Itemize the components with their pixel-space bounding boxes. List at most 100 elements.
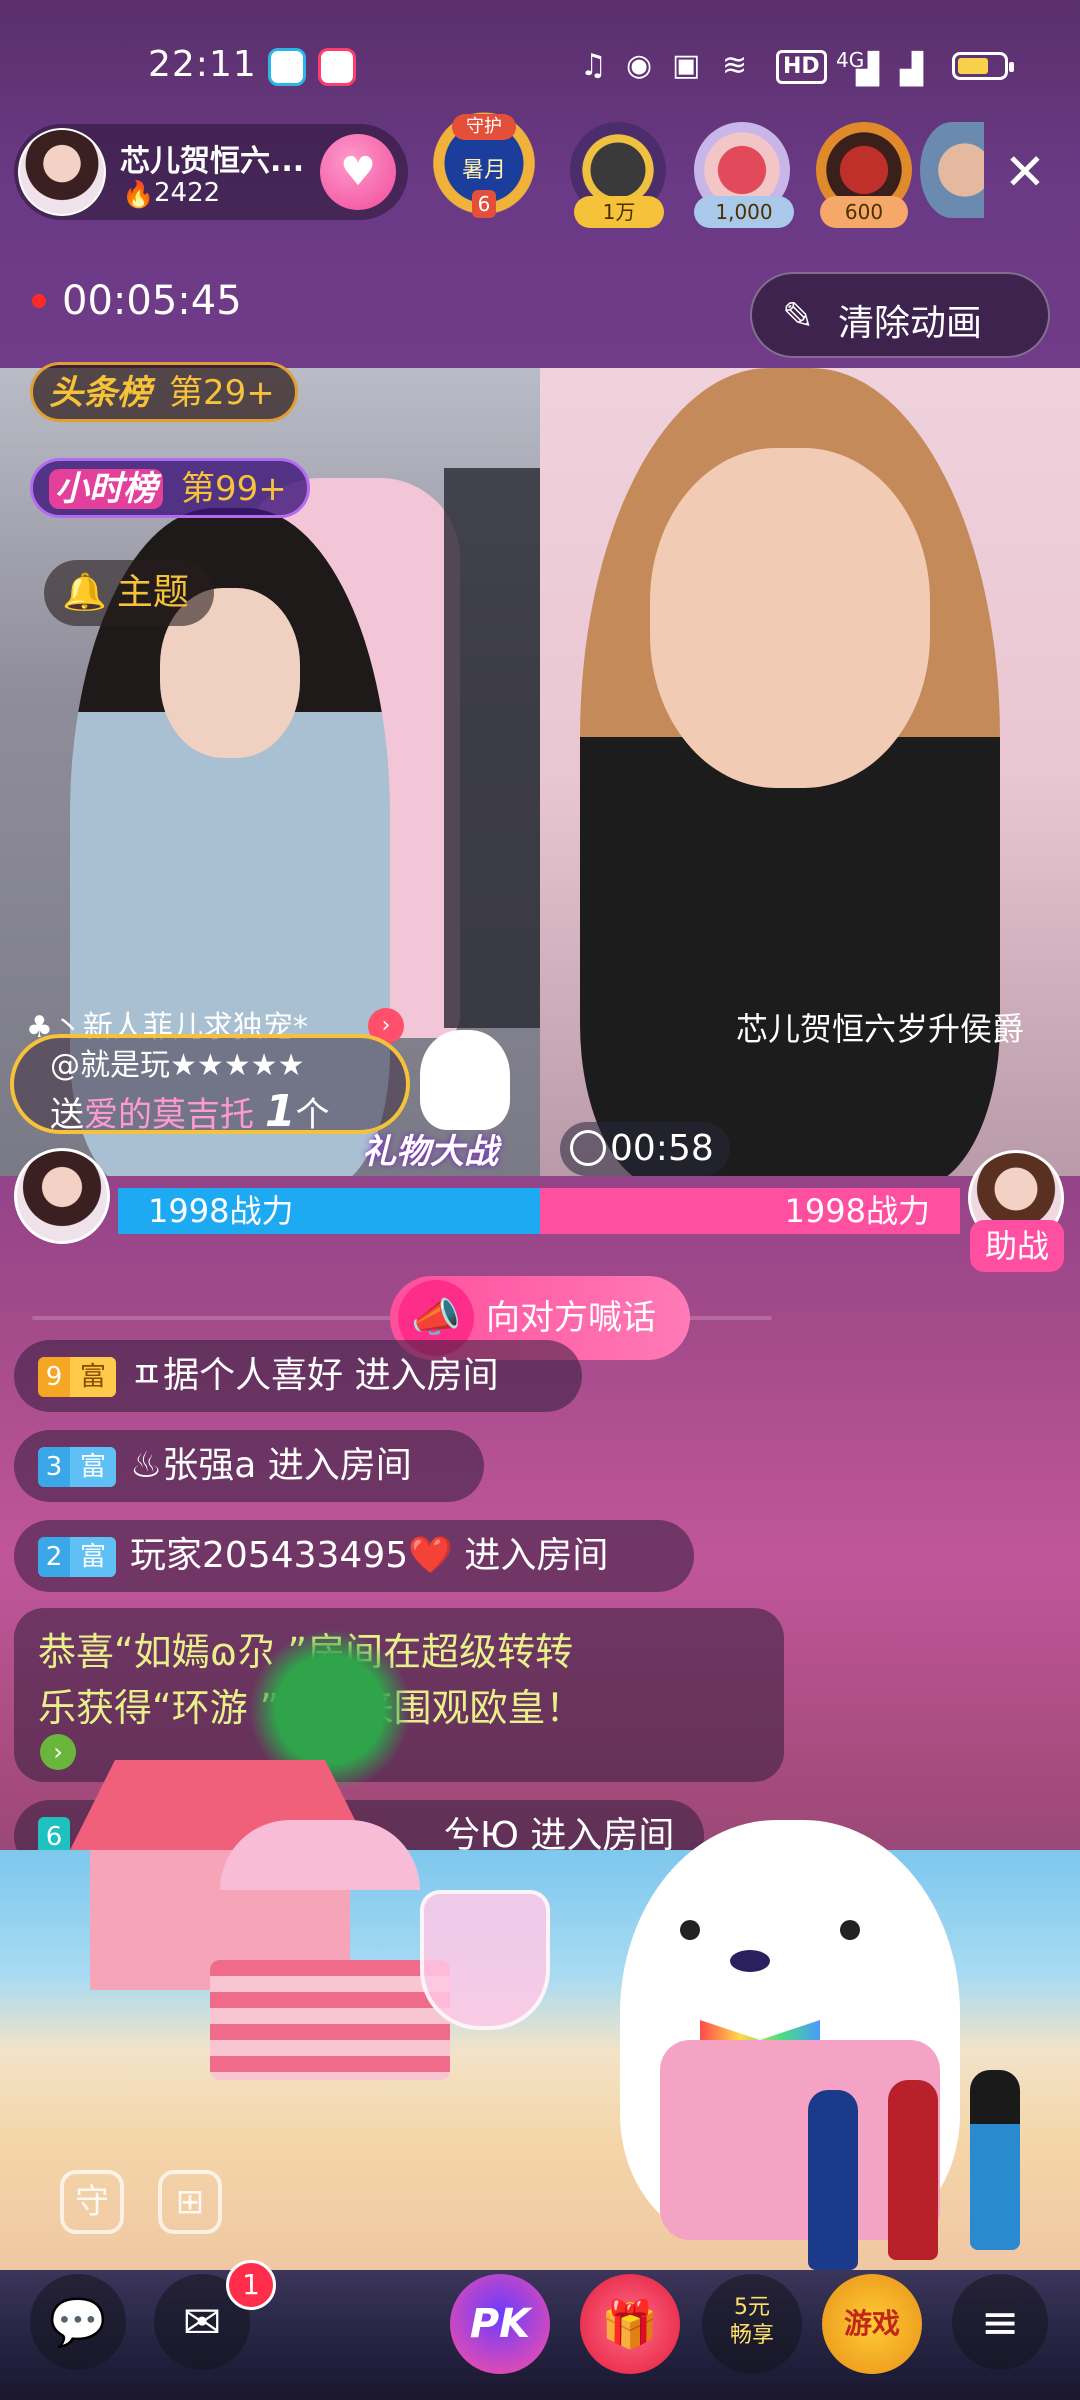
help-battle-button[interactable]: 助战 [970,1220,1064,1272]
status-bar: 22:11 ♫ ◉ ▣ ≋ HD 4G ▟ ▟ [0,0,1080,110]
chat-message[interactable]: 9 富ㅍ据个人喜好 进入房间 [14,1340,582,1412]
gift-count: 1 [264,1086,296,1137]
level-number: 3 [45,1452,63,1482]
host-name: 芯儿贺恒六... [120,144,305,179]
follow-button[interactable]: ♥ [320,134,396,210]
hourly-rank-value: 第99+ [181,469,287,509]
beach-chairs [210,1960,450,2080]
live-duration: 00:05:45 [62,278,242,324]
pk-title: 礼物大战 [362,1132,498,1172]
bell-icon: 🔔 [62,572,107,613]
clear-animation-label: 清除动画 [838,303,983,344]
bear-eye-right [840,1920,860,1940]
heart-icon: ♥ [340,149,376,195]
gift-button[interactable]: 🎁 [580,2274,680,2374]
chat-user: ㅍ据个人喜好 [130,1355,344,1396]
streamer-right-face [650,448,930,788]
top-viewer-avatar-4[interactable] [920,122,984,218]
message-badge: 1 [226,2260,276,2310]
level-tag: 富 [70,1537,116,1577]
level-badge: 2富 [38,1537,116,1577]
chat-message[interactable]: 2 富玩家205433495❤️ 进入房间 [14,1520,694,1592]
close-icon[interactable]: ✕ [1004,142,1046,202]
hourly-rank-label: 小时榜 [49,469,163,509]
bottle-blue [808,2090,858,2270]
clock: 22:11 [148,44,257,85]
gift-icon: 🎁 [601,2297,659,2351]
hd-icon: HD [776,50,827,84]
chat-action: 进入房间 [267,1445,412,1486]
signal-icon-2: ▟ [900,52,924,87]
bottle-red [888,2080,938,2260]
wifi-icon: ≋ [722,48,748,83]
signal-icon: ▟ [856,52,880,87]
host-info[interactable]: 芯儿贺恒六... 🔥 2422 ♥ [14,124,408,220]
mail-icon: ✉ [182,2295,222,2349]
guard-level: 6 [472,190,496,218]
recording-dot [32,294,46,308]
headline-rank-label: 头条榜 [49,373,151,413]
gift-unit: 个 [295,1095,330,1135]
chat-user: ♨张强a [130,1445,257,1486]
level-tag: 富 [70,1447,116,1487]
bear-eye-left [680,1920,700,1940]
headline-rank-tag[interactable]: 头条榜 第29+ [30,362,298,422]
top-viewer-count-2: 1,000 [694,196,794,228]
gift-name: 爱的莫吉托 [84,1095,254,1135]
hourly-rank-tag[interactable]: 小时榜 第99+ [30,458,310,518]
clear-animation-button[interactable]: ✎ 清除动画 [750,272,1050,358]
battery-icon [952,52,1014,80]
pk-countdown-value: 00:58 [610,1128,714,1169]
chat-action: 进入房间 [464,1535,609,1576]
level-badge: 9富 [38,1357,116,1397]
topic-button[interactable]: 🔔 主题 [44,560,214,626]
clock-icon [570,1130,606,1166]
host-avatar[interactable] [18,128,106,216]
youku-notification-icon [318,48,356,86]
keyboard-panel [444,468,540,1028]
left-pk-avatar[interactable] [14,1148,110,1244]
video-right[interactable] [540,368,1080,1176]
top-viewer-count-3: 600 [820,196,908,228]
chat-action: 进入房间 [354,1355,499,1396]
opponent-name[interactable]: 芯儿贺恒六岁升侯爵 [736,1004,1024,1050]
chat-button[interactable]: 💬 [30,2274,126,2370]
guard-badge[interactable]: 守护 暑月 6 [424,112,544,226]
menu-button[interactable]: ≡ [952,2274,1048,2370]
promo-line-1: 5元 [734,2295,770,2320]
app-notification-icon [268,48,306,86]
bear-nose [730,1950,770,1972]
camera-icon: ▣ [672,48,701,83]
hamburger-icon: ≡ [980,2295,1020,2349]
pk-countdown: 00:58 [560,1122,730,1176]
gift-prefix: 送 [50,1095,84,1135]
broom-icon: ✎ [782,294,814,338]
promo-line-2: 畅享 [729,2323,774,2348]
level-badge: 3富 [38,1447,116,1487]
gift-message: 送爱的莫吉托 1个 [50,1086,329,1137]
chat-user: 玩家205433495❤️ [130,1535,453,1576]
gift-sender: @就是玩★★★★★ [50,1048,305,1083]
host-heat: 2422 [154,178,221,208]
promo-button[interactable]: 5元 畅享 [702,2274,802,2374]
topic-label: 主题 [116,572,189,613]
headline-rank-value: 第29+ [169,373,275,413]
bottle-dark [970,2070,1020,2250]
guard-title: 暑月 [461,158,506,183]
level-tag: 富 [70,1357,116,1397]
gift-bag-icon[interactable]: ⊞ [158,2170,222,2234]
game-button[interactable]: 游戏 [822,2274,922,2374]
shout-label: 向对方喊话 [486,1298,656,1338]
chat-bubble-icon: 💬 [49,2294,107,2349]
pk-button[interactable]: PK [450,2274,550,2374]
level-number: 2 [45,1542,63,1572]
mojito-glass [420,1890,550,2030]
shield-icon[interactable]: 守 [60,2170,124,2234]
right-power-bar: 1998战力 [540,1188,960,1234]
fire-icon: 🔥 [122,180,155,210]
bear-gift-icon [420,1030,510,1130]
level-number: 9 [45,1362,63,1392]
chat-message[interactable]: 3 富 ♨张强a 进入房间 [14,1430,484,1502]
mic-icon: ◉ [626,48,653,83]
left-power-bar: 1998战力 [118,1188,540,1234]
